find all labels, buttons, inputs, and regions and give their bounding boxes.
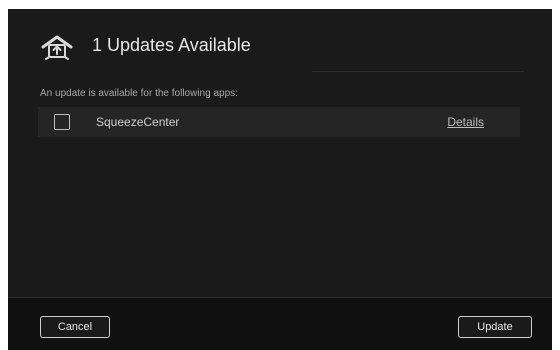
app-list-item: SqueezeCenter Details — [38, 107, 520, 137]
dialog-header: 1 Updates Available — [8, 9, 552, 79]
update-dialog: 1 Updates Available An update is availab… — [8, 9, 552, 350]
update-prompt: An update is available for the following… — [40, 88, 238, 99]
dialog-footer: Cancel Update — [8, 297, 552, 350]
app-name: SqueezeCenter — [96, 115, 180, 129]
update-button[interactable]: Update — [458, 316, 532, 338]
header-divider — [312, 71, 524, 72]
details-link[interactable]: Details — [447, 115, 484, 129]
cloud-upload-icon — [40, 33, 74, 61]
app-select-checkbox[interactable] — [54, 114, 70, 130]
cancel-button[interactable]: Cancel — [40, 316, 110, 338]
dialog-title: 1 Updates Available — [92, 35, 251, 55]
